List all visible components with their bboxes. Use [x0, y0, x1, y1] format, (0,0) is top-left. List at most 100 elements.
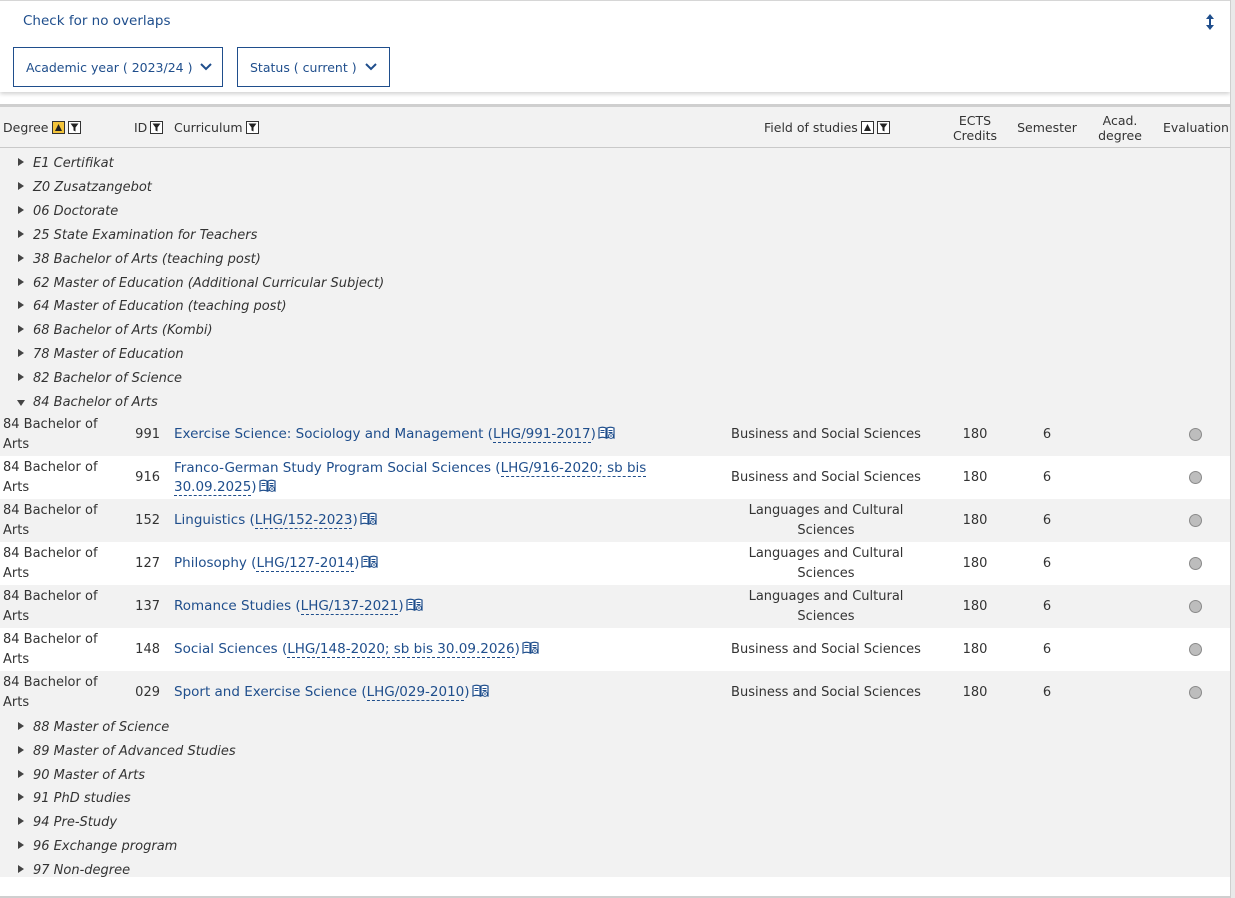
expand-triangle-icon[interactable]: [17, 792, 25, 802]
group-label: 97 Non-degree: [33, 862, 131, 878]
filter-icon[interactable]: [67, 121, 81, 134]
ects-cell: 180: [962, 513, 988, 528]
group-row[interactable]: 97 Non-degree: [0, 859, 1230, 883]
curriculum-link[interactable]: Exercise Science: Sociology and Manageme…: [174, 426, 493, 442]
expand-triangle-icon[interactable]: [17, 348, 25, 358]
degree-cell: 84 Bachelor of Arts: [3, 674, 98, 710]
evaluation-status-dot[interactable]: [1188, 600, 1202, 613]
group-label: E1 Certifikat: [33, 156, 114, 171]
curriculum-link[interactable]: Romance Studies (: [174, 598, 301, 614]
filter-icon[interactable]: [150, 121, 164, 134]
expand-triangle-icon[interactable]: [17, 721, 25, 731]
book-info-icon[interactable]: [471, 684, 489, 698]
evaluation-status-dot[interactable]: [1188, 428, 1202, 441]
expand-triangle-icon[interactable]: [17, 372, 25, 382]
expand-triangle-icon[interactable]: [17, 769, 25, 779]
expand-triangle-icon[interactable]: [17, 205, 25, 215]
expand-triangle-icon[interactable]: [17, 229, 25, 239]
regulation-code[interactable]: LHG/127-2014: [256, 555, 355, 572]
filter-icon[interactable]: [245, 121, 259, 134]
group-row-expanded[interactable]: 84 Bachelor of Arts: [0, 391, 1230, 415]
expand-triangle-icon[interactable]: [17, 816, 25, 826]
expand-triangle-icon[interactable]: [17, 840, 25, 850]
collapse-triangle-icon[interactable]: [16, 399, 26, 407]
book-info-icon[interactable]: [406, 598, 423, 612]
group-row[interactable]: 88 Master of Science: [0, 716, 1230, 740]
expand-triangle-icon[interactable]: [17, 745, 25, 755]
table-row: 84 Bachelor of Arts 152 Linguistics (LHG/…: [0, 499, 1230, 542]
semester-cell: 6: [1042, 556, 1052, 571]
book-info-icon[interactable]: [598, 426, 615, 440]
chevron-down-icon: [364, 63, 377, 71]
group-row[interactable]: 91 PhD studies: [0, 787, 1230, 811]
filter-panel: Check for no overlaps Academic year ( 20…: [0, 0, 1230, 92]
group-row[interactable]: 25 State Examination for Teachers: [0, 224, 1230, 248]
academic-year-dropdown[interactable]: Academic year ( 2023/24 ): [13, 47, 223, 87]
group-row[interactable]: 62 Master of Education (Additional Curri…: [0, 272, 1230, 296]
curriculum-link[interactable]: Sport and Exercise Science (: [174, 684, 367, 700]
expand-triangle-icon[interactable]: [17, 300, 25, 310]
curriculum-link[interactable]: Franco-German Study Program Social Scien…: [174, 460, 501, 476]
group-row[interactable]: 96 Exchange program: [0, 835, 1230, 859]
evaluation-status-dot[interactable]: [1188, 514, 1202, 527]
group-row[interactable]: 94 Pre-Study: [0, 811, 1230, 835]
evaluation-status-dot[interactable]: [1188, 557, 1202, 570]
group-row[interactable]: 89 Master of Advanced Studies: [0, 740, 1230, 764]
group-label: 94 Pre-Study: [33, 815, 118, 831]
ects-cell: 180: [962, 642, 988, 657]
semester-cell: 6: [1042, 642, 1052, 657]
curriculum-link[interactable]: Linguistics (: [174, 512, 255, 528]
evaluation-status-dot[interactable]: [1188, 643, 1202, 656]
group-row[interactable]: 90 Master of Arts: [0, 764, 1230, 788]
group-row[interactable]: 06 Doctorate: [0, 200, 1230, 224]
curriculum-link[interactable]: Philosophy (: [174, 555, 256, 571]
expand-triangle-icon[interactable]: [17, 277, 25, 287]
regulation-code[interactable]: LHG/029-2010: [366, 684, 465, 701]
book-info-icon[interactable]: [522, 641, 539, 655]
regulation-code[interactable]: LHG/148-2020; sb bis 30.09.2026: [287, 641, 515, 658]
expand-triangle-icon[interactable]: [17, 181, 25, 191]
book-info-icon[interactable]: [361, 555, 379, 569]
column-semester: Semester: [1017, 120, 1077, 135]
curriculum-cell: Romance Studies (LHG/137-2021): [174, 585, 714, 628]
sort-ascending-icon[interactable]: [51, 121, 65, 134]
expand-triangle-icon[interactable]: [17, 253, 25, 263]
column-degree: Degree: [3, 107, 81, 148]
evaluation-cell: [1165, 671, 1225, 714]
status-dropdown[interactable]: Status ( current ): [237, 47, 390, 87]
sort-icon[interactable]: [860, 121, 874, 134]
filter-icon[interactable]: [876, 121, 890, 134]
group-row[interactable]: 68 Bachelor of Arts (Kombi): [0, 319, 1230, 343]
id-cell: 152: [135, 513, 160, 528]
group-row[interactable]: 78 Master of Education: [0, 343, 1230, 367]
field-cell: Business and Social Sciences: [731, 426, 921, 442]
curriculum-link[interactable]: Social Sciences (: [174, 641, 287, 657]
group-label: 64 Master of Education (teaching post): [33, 299, 287, 315]
evaluation-status-dot[interactable]: [1188, 686, 1202, 699]
regulation-code[interactable]: LHG/152-2023: [254, 512, 353, 529]
column-evaluation: Evaluation: [1163, 120, 1229, 135]
field-cell: Business and Social Sciences: [731, 641, 921, 657]
scrollbar[interactable]: [1230, 0, 1235, 898]
curriculum-cell: Exercise Science: Sociology and Manageme…: [174, 413, 714, 456]
vertical-arrows-icon[interactable]: [1203, 12, 1217, 32]
academic-year-label: Academic year ( 2023/24 ): [26, 59, 193, 75]
book-info-icon[interactable]: [360, 512, 377, 526]
expand-triangle-icon[interactable]: [17, 864, 25, 874]
evaluation-cell: [1165, 456, 1225, 499]
group-row[interactable]: 38 Bachelor of Arts (teaching post): [0, 248, 1230, 272]
check-overlaps-link[interactable]: Check for no overlaps: [23, 13, 171, 29]
expand-triangle-icon[interactable]: [17, 324, 25, 334]
expand-triangle-icon[interactable]: [17, 157, 25, 167]
field-cell: Business and Social Sciences: [731, 469, 921, 485]
book-info-icon[interactable]: [258, 479, 276, 493]
group-row[interactable]: 82 Bachelor of Science: [0, 367, 1230, 391]
evaluation-status-dot[interactable]: [1188, 471, 1202, 484]
regulation-code[interactable]: LHG/991-2017: [492, 426, 591, 443]
group-row[interactable]: Z0 Zusatzangebot: [0, 176, 1230, 200]
group-row[interactable]: 64 Master of Education (teaching post): [0, 295, 1230, 319]
regulation-code[interactable]: LHG/137-2021: [300, 598, 399, 615]
degree-cell: 84 Bachelor of Arts: [3, 459, 98, 495]
ects-cell: 180: [962, 599, 988, 614]
group-row[interactable]: E1 Certifikat: [0, 152, 1230, 176]
